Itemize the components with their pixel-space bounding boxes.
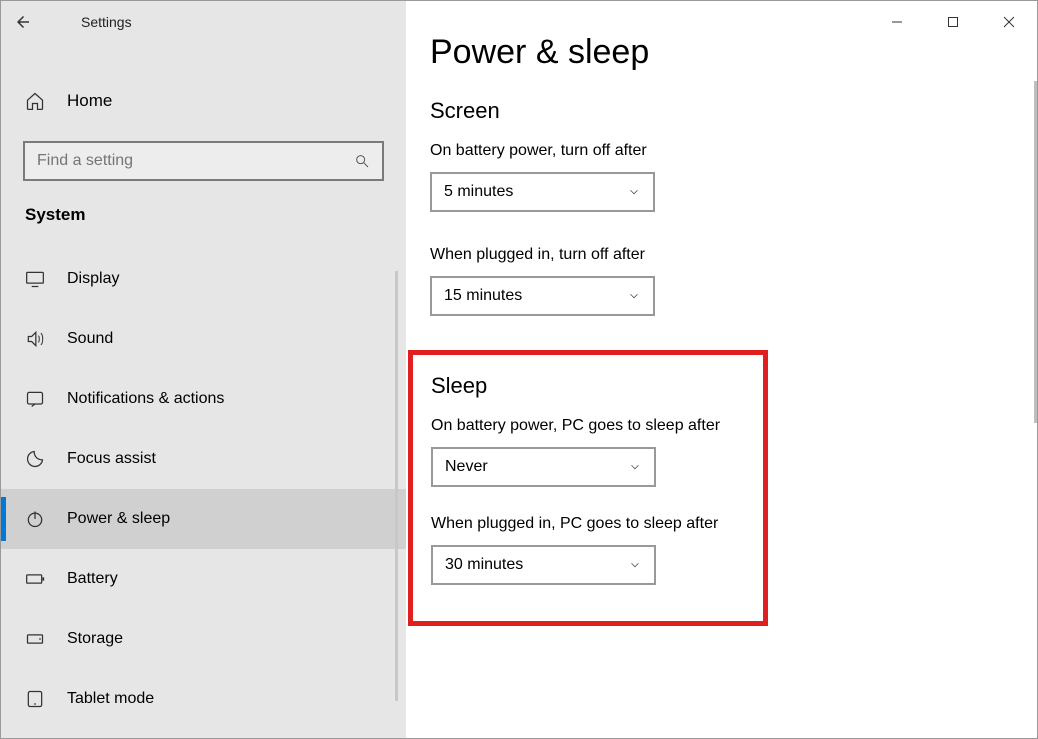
search-icon bbox=[354, 153, 370, 169]
sidebar-item-label: Focus assist bbox=[67, 450, 156, 468]
sidebar-item-label: Battery bbox=[67, 570, 118, 588]
section-sleep-title: Sleep bbox=[431, 373, 745, 399]
battery-icon bbox=[25, 569, 45, 589]
chevron-down-icon bbox=[628, 558, 642, 572]
tablet-icon bbox=[25, 689, 45, 709]
sleep-battery-label: On battery power, PC goes to sleep after bbox=[431, 417, 745, 435]
section-screen-title: Screen bbox=[430, 98, 1013, 124]
scroll-thumb[interactable] bbox=[1034, 81, 1037, 423]
sidebar-item-notifications[interactable]: Notifications & actions bbox=[1, 369, 406, 429]
sidebar-item-label: Storage bbox=[67, 630, 123, 648]
home-label: Home bbox=[67, 91, 112, 111]
focus-assist-icon bbox=[25, 449, 45, 469]
close-button[interactable] bbox=[981, 1, 1037, 43]
search-input[interactable] bbox=[37, 152, 354, 170]
select-value: 5 minutes bbox=[444, 183, 513, 201]
sidebar: Settings Home System Display bbox=[1, 1, 406, 738]
sidebar-item-storage[interactable]: Storage bbox=[1, 609, 406, 669]
sidebar-item-tablet-mode[interactable]: Tablet mode bbox=[1, 669, 406, 729]
screen-plugged-select[interactable]: 15 minutes bbox=[430, 276, 655, 316]
search-container bbox=[1, 131, 406, 181]
sleep-plugged-label: When plugged in, PC goes to sleep after bbox=[431, 515, 745, 533]
sidebar-nav: Display Sound Notifications & actions Fo… bbox=[1, 249, 406, 729]
screen-battery-select[interactable]: 5 minutes bbox=[430, 172, 655, 212]
storage-icon bbox=[25, 629, 45, 649]
sidebar-item-sound[interactable]: Sound bbox=[1, 309, 406, 369]
sidebar-item-battery[interactable]: Battery bbox=[1, 549, 406, 609]
sidebar-item-label: Tablet mode bbox=[67, 690, 154, 708]
chevron-down-icon bbox=[627, 185, 641, 199]
sidebar-item-home[interactable]: Home bbox=[1, 71, 406, 131]
app-title: Settings bbox=[81, 14, 132, 30]
chevron-down-icon bbox=[627, 289, 641, 303]
screen-plugged-label: When plugged in, turn off after bbox=[430, 246, 1013, 264]
sidebar-item-power-sleep[interactable]: Power & sleep bbox=[1, 489, 406, 549]
sleep-battery-select[interactable]: Never bbox=[431, 447, 656, 487]
sidebar-item-label: Display bbox=[67, 270, 119, 288]
search-box[interactable] bbox=[23, 141, 384, 181]
select-value: Never bbox=[445, 458, 488, 476]
settings-window: Settings Home System Display bbox=[0, 0, 1038, 739]
sidebar-category: System bbox=[1, 181, 406, 225]
maximize-icon bbox=[947, 16, 959, 28]
close-icon bbox=[1003, 16, 1015, 28]
chevron-down-icon bbox=[628, 460, 642, 474]
back-arrow-icon bbox=[14, 13, 32, 31]
sidebar-scrollbar[interactable] bbox=[395, 271, 398, 701]
screen-battery-label: On battery power, turn off after bbox=[430, 142, 1013, 160]
titlebar-left: Settings bbox=[1, 1, 406, 43]
maximize-button[interactable] bbox=[925, 1, 981, 43]
power-icon bbox=[25, 509, 45, 529]
notifications-icon bbox=[25, 389, 45, 409]
sleep-highlight-box: Sleep On battery power, PC goes to sleep… bbox=[408, 350, 768, 626]
back-button[interactable] bbox=[1, 1, 45, 43]
sidebar-item-label: Notifications & actions bbox=[67, 390, 224, 408]
display-icon bbox=[25, 269, 45, 289]
minimize-icon bbox=[891, 16, 903, 28]
sidebar-item-display[interactable]: Display bbox=[1, 249, 406, 309]
home-icon bbox=[25, 91, 45, 111]
sidebar-item-focus-assist[interactable]: Focus assist bbox=[1, 429, 406, 489]
sidebar-item-label: Power & sleep bbox=[67, 510, 170, 528]
minimize-button[interactable] bbox=[869, 1, 925, 43]
sidebar-item-label: Sound bbox=[67, 330, 113, 348]
sleep-plugged-select[interactable]: 30 minutes bbox=[431, 545, 656, 585]
select-value: 30 minutes bbox=[445, 556, 523, 574]
content-pane: Power & sleep Screen On battery power, t… bbox=[406, 1, 1037, 738]
content-scrollbar[interactable] bbox=[1031, 81, 1037, 738]
sound-icon bbox=[25, 329, 45, 349]
window-controls bbox=[869, 1, 1037, 43]
select-value: 15 minutes bbox=[444, 287, 522, 305]
